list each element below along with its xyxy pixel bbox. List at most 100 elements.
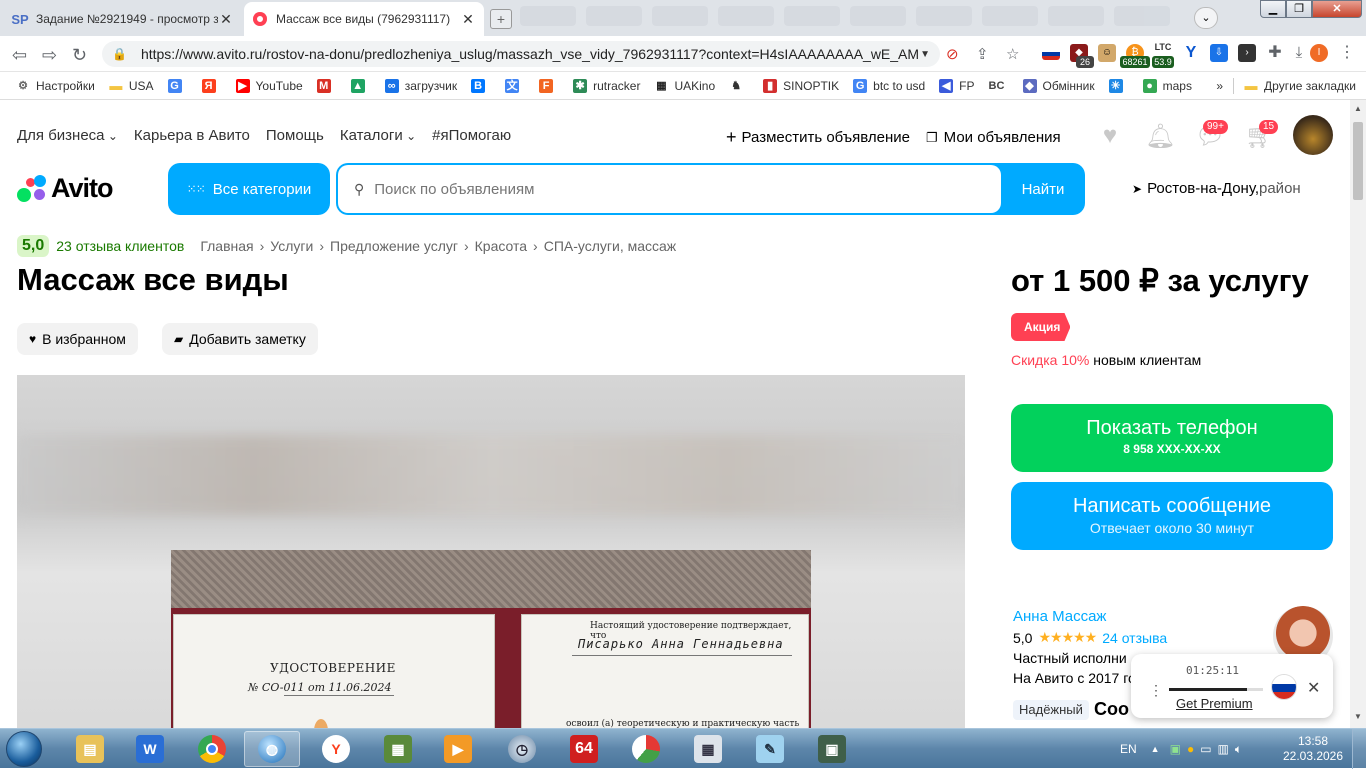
taskbar-chrome[interactable] <box>184 731 240 767</box>
taskbar-yandex[interactable]: Y <box>308 731 364 767</box>
network-icon[interactable]: ▥ <box>1218 742 1229 756</box>
favorites-heart-icon[interactable]: ♥ <box>1095 122 1125 150</box>
bookmark-star-icon[interactable]: ☆ <box>1006 45 1019 63</box>
page-scrollbar[interactable]: ▲ ▼ <box>1350 100 1366 728</box>
vpn-close-icon[interactable]: ✕ <box>1307 678 1320 698</box>
close-tab-icon[interactable]: ✕ <box>460 11 476 28</box>
russia-flag-icon[interactable] <box>1271 674 1297 700</box>
vpn-menu-icon[interactable]: ⋮ <box>1149 682 1163 699</box>
reviews-link[interactable]: 23 отзыва клиентов <box>56 238 184 254</box>
breadcrumb-item[interactable]: Главная <box>200 238 253 254</box>
taskbar-clock[interactable]: ◷ <box>494 731 550 767</box>
bookmark-translate-icon[interactable]: 文 <box>505 78 525 93</box>
bookmark-drive-icon[interactable]: ▲ <box>350 78 371 93</box>
taskbar-64[interactable]: 64 <box>556 731 612 767</box>
russia-flag-icon[interactable] <box>1042 48 1060 60</box>
bookmark-star-icon[interactable]: ✳ <box>1108 78 1129 93</box>
bookmark-btc-to-usd[interactable]: Gbtc to usd <box>853 78 925 93</box>
tray-expand-icon[interactable]: ▲ <box>1151 744 1160 754</box>
bookmark-f-icon[interactable]: F <box>539 78 559 93</box>
terminal-ext-icon[interactable]: › <box>1238 44 1256 62</box>
add-note-button[interactable]: ▰ Добавить заметку <box>162 323 318 355</box>
breadcrumb-item[interactable]: Услуги <box>270 238 313 254</box>
favorite-button[interactable]: ♥ В избранном <box>17 323 138 355</box>
forward-arrow-icon[interactable]: ⇨ <box>42 45 57 66</box>
bookmark-sinoptik[interactable]: ▮ SINOPTIK <box>763 78 839 93</box>
photo-gallery[interactable]: УДОСТОВЕРЕНИЕ № CO-011 от 11.06.2024 Нас… <box>17 375 965 728</box>
bookmark-fp[interactable]: ◀ FP <box>939 78 975 93</box>
minimize-icon[interactable]: ▁ <box>1260 0 1286 18</box>
tab-search-chevron-icon[interactable]: ⌄ <box>1194 7 1218 29</box>
maximize-icon[interactable]: ❐ <box>1286 0 1312 18</box>
taskbar-chart[interactable] <box>618 731 674 767</box>
tray-display-icon[interactable]: ▭ <box>1200 742 1211 756</box>
breadcrumb-item[interactable]: Красота <box>475 238 527 254</box>
bookmark-uakino[interactable]: ▦ UAKino <box>654 79 715 93</box>
download-ext-icon[interactable]: ⇩ <box>1210 44 1228 62</box>
scrollbar-thumb[interactable] <box>1353 122 1363 200</box>
location-selector[interactable]: ➤ Ростов-на-Дону, район <box>1132 180 1301 197</box>
bookmark-загрузчик[interactable]: ∞ загрузчик <box>384 78 457 93</box>
seller-reviews-link[interactable]: 24 отзыва <box>1102 630 1167 646</box>
taskbar-notepad[interactable]: ✎ <box>742 731 798 767</box>
post-ad-button[interactable]: + Разместить объявление <box>726 127 910 148</box>
lock-icon[interactable]: 🔒 <box>112 47 127 61</box>
nav-item-3[interactable]: Каталоги ⌄ <box>340 127 416 144</box>
breadcrumb-item[interactable]: Предложение услуг <box>330 238 458 254</box>
nav-item-1[interactable]: Карьера в Авито <box>134 127 250 144</box>
show-desktop-button[interactable] <box>1352 729 1366 769</box>
puzzle-icon[interactable]: ✚ <box>1266 44 1284 62</box>
taskbar-calculator[interactable]: ▦ <box>680 731 736 767</box>
bookmark-maps[interactable]: ● maps <box>1142 78 1192 93</box>
search-button[interactable]: Найти <box>1001 163 1085 215</box>
scroll-down-icon[interactable]: ▼ <box>1354 712 1362 721</box>
bookmark-vk-icon[interactable]: В <box>471 78 491 93</box>
bookmarks-overflow-icon[interactable]: » <box>1216 79 1223 93</box>
breadcrumb-item[interactable]: СПА-услуги, массаж <box>544 238 676 254</box>
profile-icon[interactable]: I <box>1310 44 1328 62</box>
bookmark-обмінник[interactable]: ◆ Обмінник <box>1022 78 1095 93</box>
taskbar-cpuz[interactable]: ▦ <box>370 731 426 767</box>
bookmark-rutracker[interactable]: ✱ rutracker <box>573 78 640 93</box>
bookmark-usa[interactable]: ▬ USA <box>109 78 153 93</box>
bookmark-google-icon[interactable]: G <box>167 78 188 93</box>
bookmark-настройки[interactable]: ⚙ Настройки <box>16 79 95 93</box>
avito-logo[interactable]: Avito <box>17 173 113 204</box>
tab-avito[interactable]: Массаж все виды (7962931117) ✕ <box>244 2 484 36</box>
language-indicator[interactable]: EN <box>1120 742 1137 756</box>
show-phone-button[interactable]: Показать телефон 8 958 XXX-XX-XX <box>1011 404 1333 472</box>
nav-item-0[interactable]: Для бизнеса ⌄ <box>17 127 118 144</box>
reload-icon[interactable]: ↻ <box>72 45 87 66</box>
search-input[interactable]: ⚲ Поиск по объявлениям <box>338 165 1001 213</box>
taskbar-player[interactable]: ▶ <box>430 731 486 767</box>
taskbar-monitor[interactable]: ▣ <box>804 731 860 767</box>
close-tab-icon[interactable]: ✕ <box>218 11 234 28</box>
all-categories-button[interactable]: ⁙⁙ Все категории <box>168 163 330 215</box>
bookmark-yandex-icon[interactable]: Я <box>201 78 222 93</box>
nav-item-4[interactable]: #яПомогаю <box>432 127 511 144</box>
user-avatar[interactable] <box>1293 115 1333 155</box>
menu-kebab-icon[interactable]: ⋮ <box>1338 44 1356 62</box>
dropdown-caret-icon[interactable]: ▼ <box>920 49 930 60</box>
downloads-icon[interactable]: ⤓ <box>1290 44 1308 62</box>
start-button[interactable] <box>6 731 42 767</box>
bookmark-gmail-icon[interactable]: M <box>316 78 337 93</box>
taskbar-globe[interactable]: ◍ <box>244 731 300 767</box>
share-icon[interactable]: ⇪ <box>976 45 989 63</box>
bookmark-bc-icon[interactable]: BC <box>989 79 1009 93</box>
bookmark-chess-icon[interactable]: ♞ <box>729 79 749 93</box>
new-tab-button[interactable]: + <box>490 9 512 29</box>
other-bookmarks[interactable]: ▬ Другие закладки <box>1244 78 1356 93</box>
seller-name[interactable]: Анна Массаж <box>1013 608 1167 625</box>
scroll-up-icon[interactable]: ▲ <box>1354 104 1362 113</box>
tab-task[interactable]: SP Задание №2921949 - просмотр з ✕ <box>4 2 242 36</box>
tray-network-app-icon[interactable]: ● <box>1187 742 1194 756</box>
y-ext-icon[interactable]: Y <box>1182 44 1200 62</box>
bell-icon[interactable]: 🔔︎ <box>1145 122 1175 150</box>
nav-item-2[interactable]: Помощь <box>266 127 324 144</box>
get-premium-link[interactable]: Get Premium <box>1176 696 1253 711</box>
write-message-button[interactable]: Написать сообщение Отвечает около 30 мин… <box>1011 482 1333 550</box>
address-bar[interactable]: 🔒 https://www.avito.ru/rostov-na-donu/pr… <box>102 41 940 67</box>
back-arrow-icon[interactable]: ⇦ <box>12 45 27 66</box>
tray-app-icon[interactable]: ▣ <box>1170 742 1181 756</box>
